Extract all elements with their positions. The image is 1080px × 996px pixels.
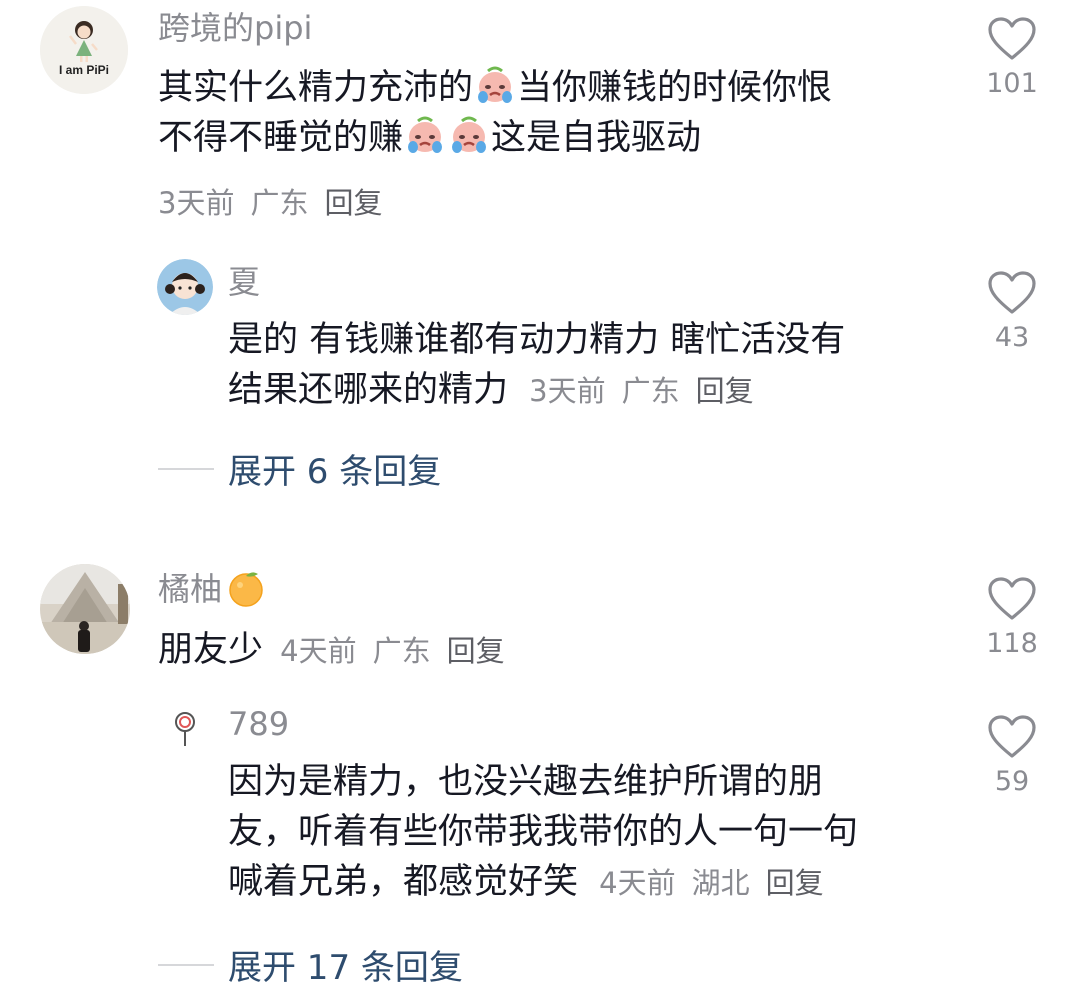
comment-text: 友，听着有些你带我我带你的人一句一句 — [228, 812, 859, 852]
reply-button[interactable]: 回复 — [447, 634, 505, 668]
comment-meta: 4天前 湖北 回复 — [599, 866, 823, 900]
username[interactable]: 跨境的pipi — [158, 8, 312, 48]
expand-replies-label: 展开 6 条回复 — [228, 452, 442, 492]
expand-replies-button[interactable]: 展开 6 条回复 — [158, 444, 441, 493]
svg-text:I am PiPi: I am PiPi — [59, 63, 109, 77]
timestamp: 4天前 — [599, 866, 676, 900]
comment-text: 结果还哪来的精力 3天前 广东 回复 — [228, 370, 754, 410]
reply-button[interactable]: 回复 — [324, 186, 382, 220]
comment-meta: 3天前 广东 回复 — [529, 374, 753, 408]
comment-text: 朋友少 4天前 广东 回复 — [158, 630, 505, 670]
heart-icon — [988, 271, 1036, 314]
reply-button[interactable]: 回复 — [766, 866, 824, 900]
avatar[interactable]: I am PiPi — [40, 6, 128, 94]
orange-icon — [226, 568, 266, 617]
avatar[interactable] — [40, 564, 130, 654]
timestamp: 3天前 — [158, 186, 235, 220]
location: 广东 — [250, 186, 309, 220]
comment-text: 喊着兄弟，都感觉好笑 4天前 湖北 回复 — [228, 862, 824, 902]
like-button[interactable]: 43 — [977, 270, 1047, 354]
like-count: 59 — [994, 766, 1030, 797]
location: 湖北 — [691, 866, 750, 900]
crying-face-icon — [448, 115, 490, 168]
heart-icon — [988, 577, 1036, 620]
expand-replies-label: 展开 17 条回复 — [228, 948, 463, 988]
username[interactable]: 789 — [228, 704, 289, 744]
comment-text: 其实什么精力充沛的 当你赚钱的时候你恨 — [158, 64, 832, 118]
timestamp: 4天前 — [280, 634, 357, 668]
reply-button[interactable]: 回复 — [696, 374, 754, 408]
comment-text: 是的 有钱赚谁都有动力精力 瞎忙活没有 — [228, 320, 846, 360]
avatar[interactable] — [157, 259, 213, 315]
like-button[interactable]: 118 — [977, 576, 1047, 660]
like-button[interactable]: 101 — [977, 16, 1047, 100]
username[interactable]: 夏 — [228, 262, 260, 302]
divider — [158, 963, 214, 966]
like-button[interactable]: 59 — [977, 714, 1047, 798]
location: 广东 — [372, 634, 431, 668]
like-count: 118 — [986, 628, 1038, 659]
expand-replies-button[interactable]: 展开 17 条回复 — [158, 940, 463, 989]
timestamp: 3天前 — [529, 374, 606, 408]
avatar[interactable] — [157, 700, 213, 756]
comment-text: 不得不睡觉的赚 这是自我驱动 — [158, 114, 701, 168]
crying-face-icon — [474, 65, 516, 118]
like-count: 101 — [986, 68, 1038, 99]
comment-text: 因为是精力，也没兴趣去维护所谓的朋 — [228, 762, 824, 802]
heart-icon — [988, 715, 1036, 758]
divider — [158, 467, 214, 470]
username[interactable]: 橘柚 — [158, 568, 267, 617]
comment-meta: 3天前 广东 回复 — [158, 180, 382, 222]
location: 广东 — [621, 374, 680, 408]
like-count: 43 — [994, 322, 1030, 353]
comment-meta: 4天前 广东 回复 — [280, 634, 504, 668]
crying-face-icon — [404, 115, 446, 168]
heart-icon — [988, 17, 1036, 60]
